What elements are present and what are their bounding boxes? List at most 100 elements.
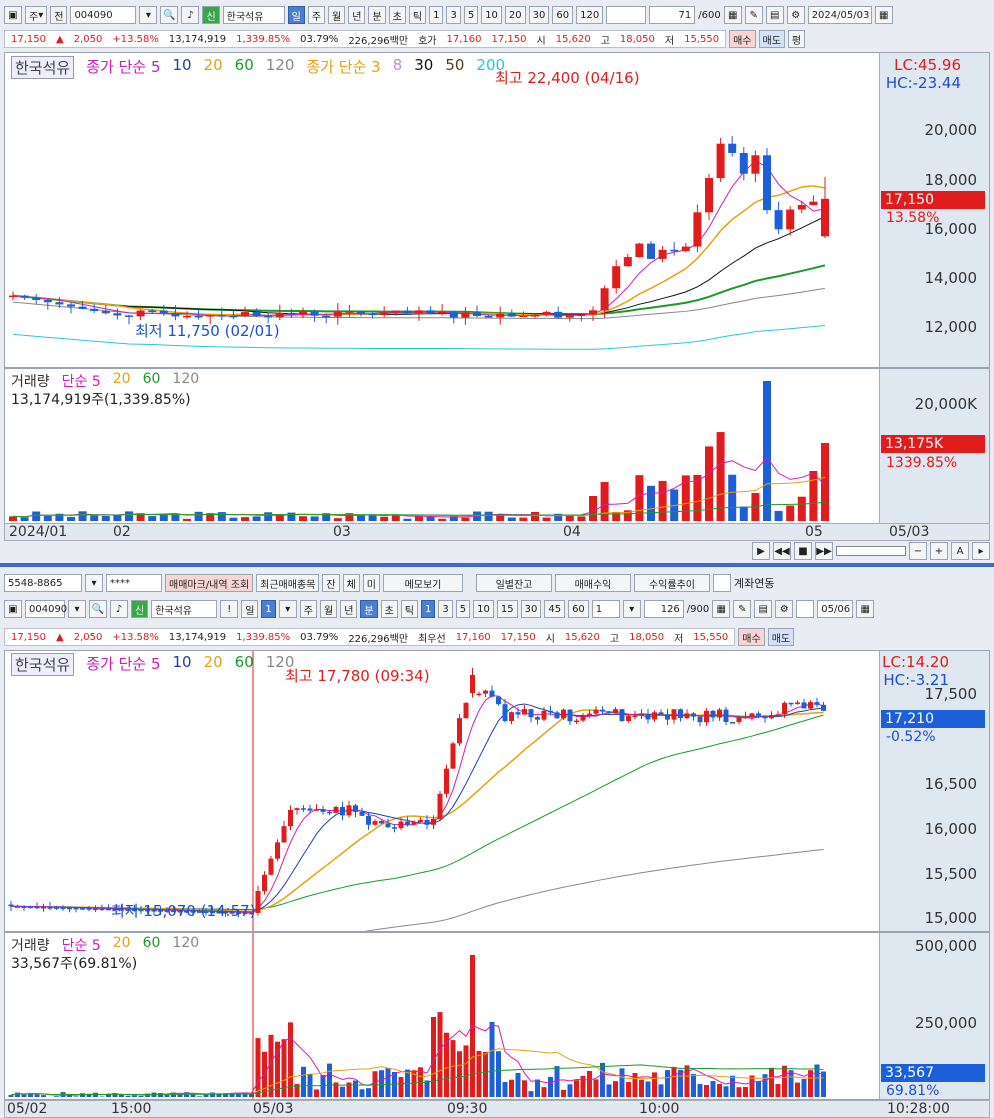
rewind-icon[interactable]: ◀◀: [773, 542, 791, 560]
balance-button[interactable]: 잔: [322, 574, 340, 592]
top-price-panel[interactable]: 20,000 18,000 16,000 14,000 12,000 17,15…: [4, 52, 990, 368]
alert-icon[interactable]: !: [220, 600, 239, 618]
custom-num-select[interactable]: 1: [591, 600, 620, 618]
num-30[interactable]: 30: [520, 600, 542, 618]
recent-trade-button[interactable]: 최근매매종목: [256, 574, 320, 592]
mode-select[interactable]: 일: [241, 600, 259, 618]
num-1[interactable]: 1: [421, 600, 436, 618]
mode-select[interactable]: 주 ▾: [25, 6, 48, 24]
save-icon[interactable]: ▤: [754, 600, 773, 618]
bottom-volume-panel[interactable]: 500,000 250,000 33,567 69.81% 거래량 단순 5 2…: [4, 932, 990, 1100]
num-3[interactable]: 3: [438, 600, 453, 618]
interval-dropdown-icon[interactable]: ▾: [278, 600, 297, 618]
fill-button[interactable]: 체: [342, 574, 360, 592]
prev-button[interactable]: 전: [50, 6, 68, 24]
date-input[interactable]: 2024/05/03: [807, 6, 872, 24]
high-value: 18,050: [619, 33, 655, 45]
period-tick[interactable]: 틱: [400, 600, 418, 618]
legend-stock-name[interactable]: 한국석유: [11, 56, 75, 79]
account-link-checkbox[interactable]: [712, 574, 731, 592]
num-10[interactable]: 10: [473, 600, 494, 618]
sell-button[interactable]: 매도: [767, 628, 795, 646]
num-20[interactable]: 20: [504, 6, 526, 24]
count-input[interactable]: 71: [649, 6, 696, 24]
zoom-in-icon[interactable]: +: [930, 542, 948, 560]
volume-bar: [21, 1094, 27, 1097]
code-dropdown-icon[interactable]: ▾: [139, 6, 158, 24]
num-30[interactable]: 30: [528, 6, 550, 24]
num-3[interactable]: 3: [446, 6, 461, 24]
draw-icon[interactable]: ✎: [733, 600, 752, 618]
window-icon[interactable]: ▣: [4, 600, 22, 618]
search-icon[interactable]: 🔍: [89, 600, 107, 618]
draw-icon[interactable]: ✎: [744, 6, 763, 24]
period-second[interactable]: 초: [388, 6, 406, 24]
num-45[interactable]: 45: [544, 600, 566, 618]
stop-icon[interactable]: ■: [794, 542, 812, 560]
search-icon[interactable]: 🔍: [160, 6, 179, 24]
num-10[interactable]: 10: [481, 6, 502, 24]
custom-num-dropdown-icon[interactable]: ▾: [622, 600, 641, 618]
password-field[interactable]: ****: [106, 574, 162, 592]
sell-button[interactable]: 매도: [758, 30, 785, 48]
gear-icon[interactable]: ⚙: [775, 600, 794, 618]
period-day[interactable]: 일: [287, 6, 305, 24]
num-120[interactable]: 120: [576, 6, 604, 24]
candle-body: [541, 710, 547, 720]
period-minute[interactable]: 분: [368, 6, 386, 24]
top-volume-panel[interactable]: 20,000K 13,175K 1339.85% 거래량 단순 5 20 60 …: [4, 368, 990, 524]
account-dropdown-icon[interactable]: ▾: [85, 574, 103, 592]
code-input[interactable]: 004090: [70, 6, 137, 24]
code-input[interactable]: 004090: [25, 600, 67, 618]
scroll-right-icon[interactable]: ▶: [752, 542, 770, 560]
num-15[interactable]: 15: [496, 600, 518, 618]
num-5[interactable]: 5: [455, 600, 471, 618]
return-trend-button[interactable]: 수익률추이: [633, 574, 710, 592]
date-input[interactable]: 05/06: [817, 600, 854, 618]
save-icon[interactable]: ▤: [765, 6, 784, 24]
code-dropdown-icon[interactable]: ▾: [68, 600, 86, 618]
forward-icon[interactable]: ▶▶: [815, 542, 833, 560]
period-year[interactable]: 년: [348, 6, 366, 24]
sound-icon[interactable]: ♪: [110, 600, 128, 618]
zoom-slider[interactable]: [836, 546, 906, 556]
custom-num-input[interactable]: [606, 6, 647, 24]
date-checkbox[interactable]: [796, 600, 815, 618]
font-icon[interactable]: A: [951, 542, 969, 560]
memo-button[interactable]: 메모보기: [382, 574, 463, 592]
interval-select[interactable]: 1: [261, 600, 276, 618]
trade-mark-button[interactable]: 매매마크/내역 조회: [165, 574, 254, 592]
period-minute[interactable]: 분: [360, 600, 378, 618]
flat-button[interactable]: 평: [787, 30, 806, 48]
sound-icon[interactable]: ♪: [181, 6, 200, 24]
account-number[interactable]: 5548-8865: [4, 574, 82, 592]
period-month[interactable]: 월: [319, 600, 338, 618]
calendar-icon[interactable]: ▦: [856, 600, 875, 618]
zoom-out-icon[interactable]: −: [909, 542, 927, 560]
num-5[interactable]: 5: [463, 6, 479, 24]
daily-balance-button[interactable]: 일별잔고: [475, 574, 552, 592]
num-1[interactable]: 1: [429, 6, 444, 24]
buy-button[interactable]: 매수: [738, 628, 765, 646]
calendar-icon[interactable]: ▦: [874, 6, 893, 24]
period-second[interactable]: 초: [380, 600, 398, 618]
num-60[interactable]: 60: [552, 6, 574, 24]
period-month[interactable]: 월: [328, 6, 346, 24]
trade-profit-button[interactable]: 매매수익: [554, 574, 631, 592]
period-week[interactable]: 주: [307, 6, 326, 24]
count-input[interactable]: 126: [643, 600, 684, 618]
period-year[interactable]: 년: [340, 600, 358, 618]
period-week[interactable]: 주: [299, 600, 317, 618]
num-60[interactable]: 60: [568, 600, 589, 618]
window-icon[interactable]: ▣: [4, 6, 22, 24]
buy-button[interactable]: 매수: [729, 30, 756, 48]
indicator-icon[interactable]: ▦: [723, 6, 742, 24]
indicator-icon[interactable]: ▦: [712, 600, 731, 618]
more-icon[interactable]: ▸: [972, 542, 990, 560]
bottom-price-panel[interactable]: 17,500 16,500 16,000 15,500 15,000 17,21…: [4, 650, 990, 932]
volume-bar: [531, 511, 539, 521]
legend-stock-name[interactable]: 한국석유: [11, 653, 75, 676]
period-tick[interactable]: 틱: [408, 6, 427, 24]
unfilled-button[interactable]: 미: [362, 574, 380, 592]
gear-icon[interactable]: ⚙: [786, 6, 805, 24]
